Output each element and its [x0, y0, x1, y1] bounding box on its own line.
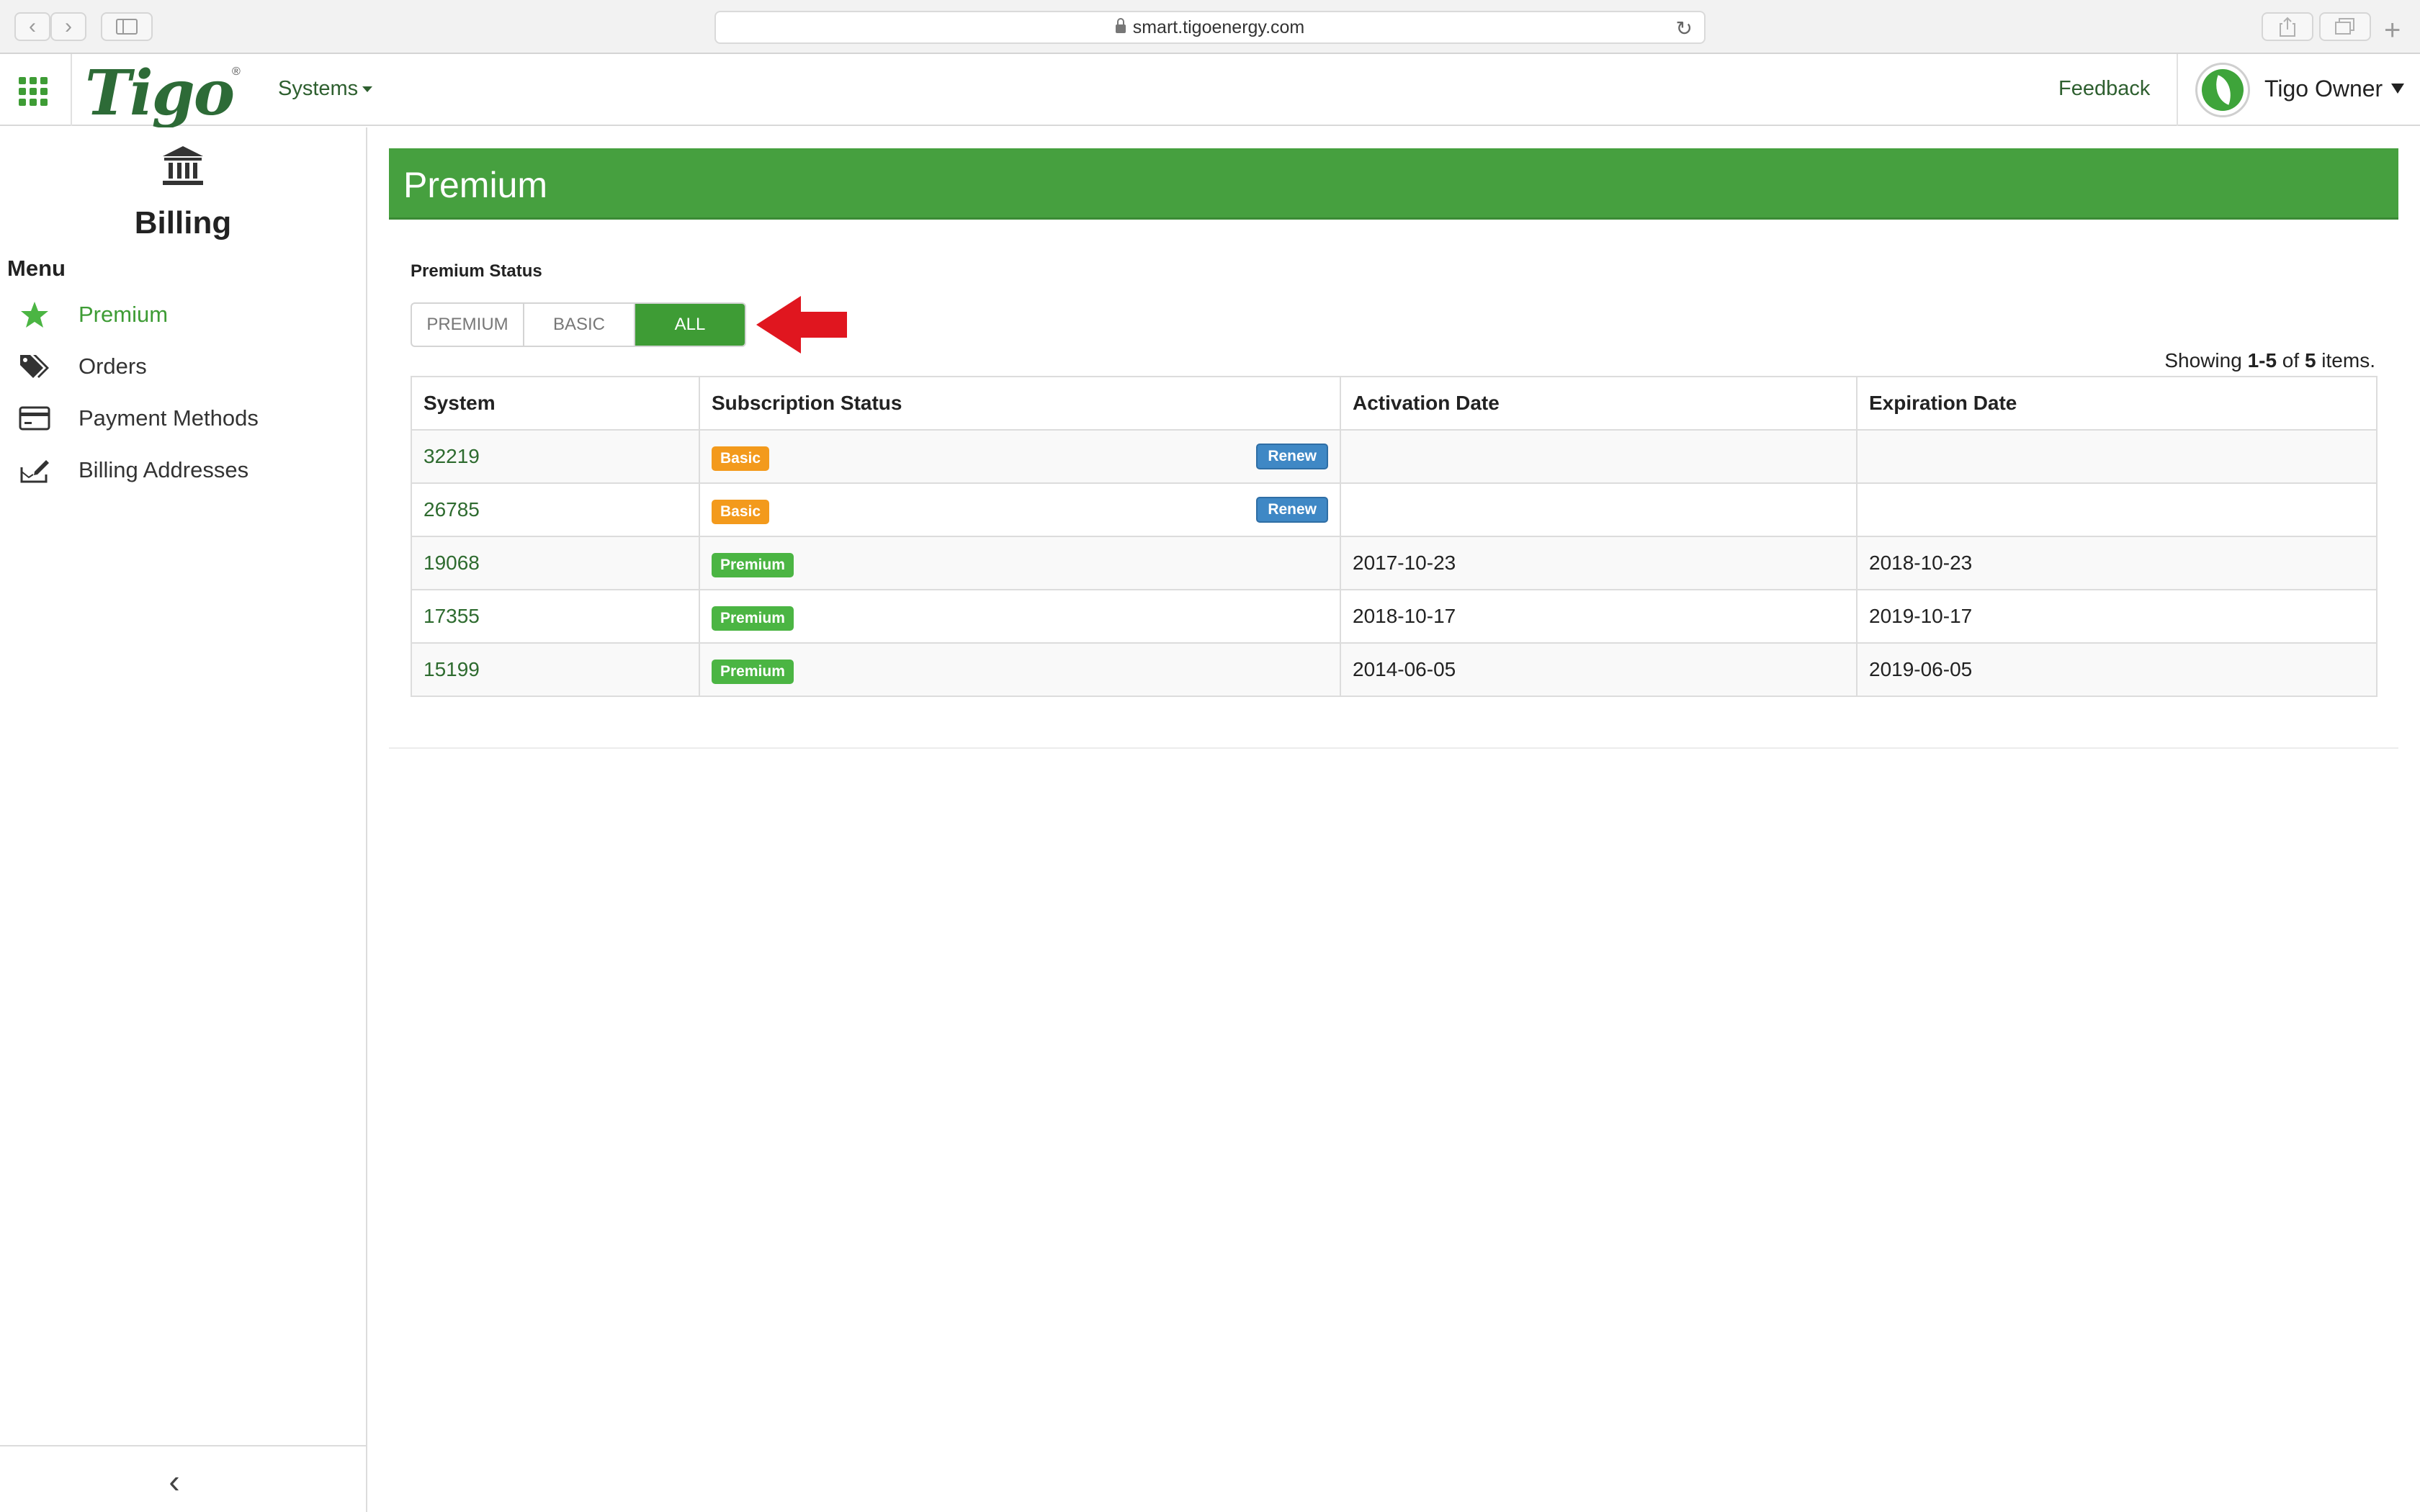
system-id-link[interactable]: 19068: [411, 536, 700, 590]
subscription-status-cell: Premium: [699, 589, 1341, 644]
browser-toolbar: ‹ › smart.tigoenergy.com ↻ +: [0, 0, 2420, 54]
system-id-link[interactable]: 26785: [411, 482, 700, 537]
filter-basic-button[interactable]: BASIC: [524, 304, 635, 346]
page-header: Premium: [389, 148, 2398, 220]
systems-label: Systems: [278, 77, 359, 100]
url-text: smart.tigoenergy.com: [1132, 17, 1305, 37]
credit-card-icon: [17, 401, 52, 436]
activation-date-cell: 2018-10-17: [1340, 589, 1857, 644]
sidebar-item-label: Billing Addresses: [79, 457, 249, 482]
sidebar-item-payment-methods[interactable]: Payment Methods: [0, 393, 366, 444]
premium-status-label: Premium Status: [411, 261, 542, 281]
system-id-link[interactable]: 17355: [411, 589, 700, 644]
share-button[interactable]: [2262, 12, 2313, 41]
content-divider: [389, 747, 2398, 749]
system-id-link[interactable]: 32219: [411, 429, 700, 484]
subscription-status-cell: Basic Renew: [699, 482, 1341, 537]
reload-icon[interactable]: ↻: [1676, 17, 1693, 40]
filter-premium-button[interactable]: PREMIUM: [412, 304, 524, 346]
table-row: 26785 Basic Renew: [411, 482, 2378, 537]
table-row: 17355 Premium 2018-10-17 2019-10-17: [411, 589, 2378, 644]
user-menu[interactable]: Tigo Owner: [2264, 76, 2405, 102]
status-badge: Premium: [712, 606, 794, 631]
header-divider: [71, 54, 72, 126]
sidebar-item-orders[interactable]: Orders: [0, 341, 366, 392]
annotation-arrow-icon: [756, 296, 847, 354]
renew-button[interactable]: Renew: [1256, 497, 1328, 523]
tags-icon: [17, 349, 52, 384]
filter-all-button[interactable]: ALL: [635, 304, 745, 346]
logo-registered-mark: ®: [232, 66, 241, 78]
activation-date-cell: [1340, 482, 1857, 537]
pagination-summary: Showing 1-5 of 5 items.: [2164, 349, 2375, 372]
sidebar-title: Billing: [134, 205, 232, 240]
expiration-date-cell: [1856, 429, 2378, 484]
page-title: Premium: [403, 165, 548, 205]
column-header-activation-date[interactable]: Activation Date: [1340, 376, 1857, 431]
address-bar[interactable]: smart.tigoenergy.com ↻: [714, 11, 1706, 44]
systems-dropdown[interactable]: Systems: [278, 77, 373, 101]
collapse-sidebar-button[interactable]: ‹: [160, 1463, 189, 1499]
premium-status-filter: PREMIUM BASIC ALL: [411, 302, 746, 347]
forward-button[interactable]: ›: [50, 12, 86, 41]
apps-grid-icon[interactable]: [19, 77, 48, 106]
sidebar-item-label: Premium: [79, 302, 169, 327]
table-header-row: System Subscription Status Activation Da…: [411, 376, 2378, 431]
caret-down-icon: [362, 86, 373, 92]
subscriptions-table: System Subscription Status Activation Da…: [411, 376, 2378, 697]
sidebar: Billing Menu Premium Orders Payment Meth…: [0, 127, 367, 1512]
tabs-overview-button[interactable]: [2319, 12, 2371, 41]
activation-date-cell: [1340, 429, 1857, 484]
feedback-link[interactable]: Feedback: [2058, 77, 2150, 101]
column-header-system[interactable]: System: [411, 376, 700, 431]
table-row: 19068 Premium 2017-10-23 2018-10-23: [411, 536, 2378, 590]
expiration-date-cell: 2018-10-23: [1856, 536, 2378, 590]
sidebar-toggle-button[interactable]: [101, 12, 153, 41]
leaf-icon: [2202, 69, 2244, 111]
header-divider: [2177, 54, 2178, 126]
status-badge: Premium: [712, 553, 794, 577]
avatar[interactable]: [2195, 63, 2250, 117]
star-icon: [17, 297, 52, 332]
new-tab-button[interactable]: +: [2384, 14, 2401, 47]
table-row: 32219 Basic Renew: [411, 429, 2378, 484]
tigo-logo[interactable]: Tigo: [85, 57, 235, 130]
activation-date-cell: 2014-06-05: [1340, 642, 1857, 697]
sidebar-toggle-icon: [116, 19, 138, 35]
renew-button[interactable]: Renew: [1256, 444, 1328, 469]
column-header-subscription-status[interactable]: Subscription Status: [699, 376, 1341, 431]
column-header-expiration-date[interactable]: Expiration Date: [1856, 376, 2378, 431]
status-badge: Basic: [712, 500, 770, 524]
sidebar-item-label: Orders: [79, 354, 147, 379]
expiration-date-cell: 2019-10-17: [1856, 589, 2378, 644]
address-edit-icon: [17, 453, 52, 487]
status-badge: Premium: [712, 660, 794, 684]
back-button[interactable]: ‹: [14, 12, 50, 41]
lock-icon: [1115, 18, 1126, 33]
subscription-status-cell: Basic Renew: [699, 429, 1341, 484]
caret-down-icon: [2391, 84, 2405, 94]
sidebar-item-premium[interactable]: Premium: [0, 289, 366, 340]
system-id-link[interactable]: 15199: [411, 642, 700, 697]
expiration-date-cell: 2019-06-05: [1856, 642, 2378, 697]
tabs-icon: [2335, 18, 2354, 35]
sidebar-item-label: Payment Methods: [79, 405, 259, 431]
bank-icon: [163, 146, 203, 185]
app-header: Tigo ® Systems Feedback Tigo Owner: [0, 54, 2420, 130]
share-icon: [2280, 17, 2295, 37]
activation-date-cell: 2017-10-23: [1340, 536, 1857, 590]
subscription-status-cell: Premium: [699, 642, 1341, 697]
user-name: Tigo Owner: [2264, 76, 2383, 102]
sidebar-item-billing-addresses[interactable]: Billing Addresses: [0, 445, 366, 495]
menu-heading: Menu: [7, 256, 66, 281]
table-row: 15199 Premium 2014-06-05 2019-06-05: [411, 642, 2378, 697]
expiration-date-cell: [1856, 482, 2378, 537]
subscription-status-cell: Premium: [699, 536, 1341, 590]
sidebar-footer-divider: [0, 1445, 366, 1446]
status-badge: Basic: [712, 446, 770, 471]
